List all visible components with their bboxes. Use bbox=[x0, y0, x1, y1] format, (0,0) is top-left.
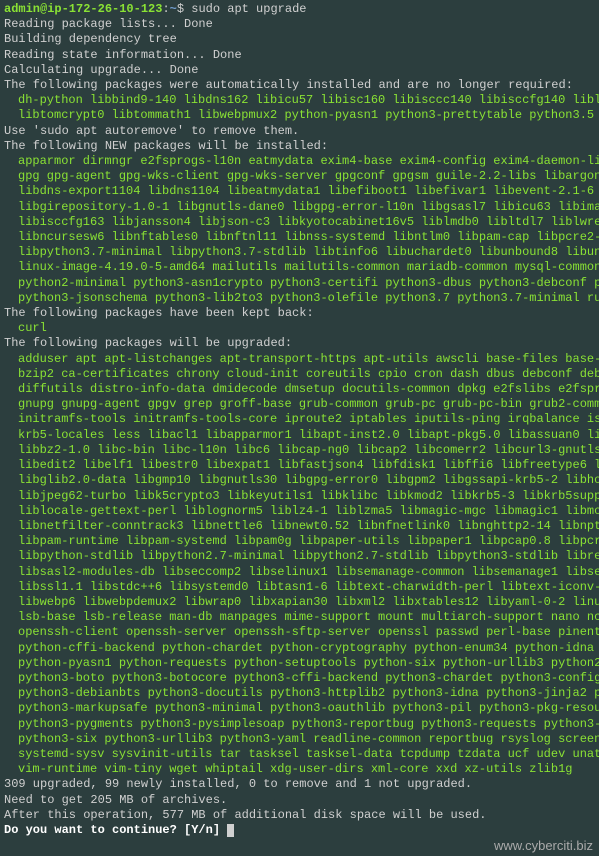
prompt-user: admin@ip-172-26-10-123 bbox=[4, 2, 162, 16]
package-line: libisccfg163 libjansson4 libjson-c3 libk… bbox=[4, 215, 595, 230]
status-line: Reading package lists... Done bbox=[4, 17, 595, 32]
package-line: libjpeg62-turbo libk5crypto3 libkeyutils… bbox=[4, 489, 595, 504]
continue-prompt-line: Do you want to continue? [Y/n] bbox=[4, 823, 595, 838]
package-line: diffutils distro-info-data dmidecode dms… bbox=[4, 382, 595, 397]
package-line: openssh-client openssh-server openssh-sf… bbox=[4, 625, 595, 640]
cursor bbox=[227, 824, 234, 837]
status-line: Building dependency tree bbox=[4, 32, 595, 47]
status-line: Reading state information... Done bbox=[4, 48, 595, 63]
package-line: python3-six python3-urllib3 python3-yaml… bbox=[4, 732, 595, 747]
package-line: python3-boto python3-botocore python3-cf… bbox=[4, 671, 595, 686]
package-line: libpam-runtime libpam-systemd libpam0g l… bbox=[4, 534, 595, 549]
package-line: lsb-base lsb-release man-db manpages mim… bbox=[4, 610, 595, 625]
summary-disk: After this operation, 577 MB of addition… bbox=[4, 808, 595, 823]
package-line: systemd-sysv sysvinit-utils tar tasksel … bbox=[4, 747, 595, 762]
command-text: sudo apt upgrade bbox=[191, 2, 306, 16]
package-line: libbz2-1.0 libc-bin libc-l10n libc6 libc… bbox=[4, 443, 595, 458]
package-line: python3-markupsafe python3-minimal pytho… bbox=[4, 701, 595, 716]
package-line: libgirepository-1.0-1 libgnutls-dane0 li… bbox=[4, 200, 595, 215]
section-header: The following packages will be upgraded: bbox=[4, 336, 595, 351]
package-line: liblocale-gettext-perl liblognorm5 liblz… bbox=[4, 504, 595, 519]
package-line: python3-debianbts python3-docutils pytho… bbox=[4, 686, 595, 701]
package-line: dh-python libbind9-140 libdns162 libicu5… bbox=[4, 93, 595, 108]
package-line: adduser apt apt-listchanges apt-transpor… bbox=[4, 352, 595, 367]
package-line: vim-runtime vim-tiny wget whiptail xdg-u… bbox=[4, 762, 595, 777]
package-line: libwebp6 libwebpdemux2 libwrap0 libxapia… bbox=[4, 595, 595, 610]
terminal-output: admin@ip-172-26-10-123:~$ sudo apt upgra… bbox=[0, 0, 599, 840]
package-line: python3-pygments python3-pysimplesoap py… bbox=[4, 717, 595, 732]
hint-line: Use 'sudo apt autoremove' to remove them… bbox=[4, 124, 595, 139]
summary-archives: Need to get 205 MB of archives. bbox=[4, 793, 595, 808]
package-line: libpython3.7-minimal libpython3.7-stdlib… bbox=[4, 245, 595, 260]
watermark: www.cyberciti.biz bbox=[494, 838, 593, 853]
package-line: gnupg gnupg-agent gpgv grep groff-base g… bbox=[4, 397, 595, 412]
package-line: libssl1.1 libstdc++6 libsystemd0 libtasn… bbox=[4, 580, 595, 595]
package-line: python3-jsonschema python3-lib2to3 pytho… bbox=[4, 291, 595, 306]
package-line: python-cffi-backend python-chardet pytho… bbox=[4, 641, 595, 656]
package-line: gpg gpg-agent gpg-wks-client gpg-wks-ser… bbox=[4, 169, 595, 184]
package-line: initramfs-tools initramfs-tools-core ipr… bbox=[4, 412, 595, 427]
package-line: krb5-locales less libacl1 libapparmor1 l… bbox=[4, 428, 595, 443]
package-line: libedit2 libelf1 libestr0 libexpat1 libf… bbox=[4, 458, 595, 473]
summary-counts: 309 upgraded, 99 newly installed, 0 to r… bbox=[4, 777, 595, 792]
section-header: The following NEW packages will be insta… bbox=[4, 139, 595, 154]
status-line: Calculating upgrade... Done bbox=[4, 63, 595, 78]
package-line: libdns-export1104 libdns1104 libeatmydat… bbox=[4, 184, 595, 199]
package-line: libtomcrypt0 libtommath1 libwebpmux2 pyt… bbox=[4, 108, 595, 123]
package-line: apparmor dirmngr e2fsprogs-l10n eatmydat… bbox=[4, 154, 595, 169]
package-line: libncursesw6 libnftables0 libnftnl11 lib… bbox=[4, 230, 595, 245]
package-line: libsasl2-modules-db libseccomp2 libselin… bbox=[4, 565, 595, 580]
package-line: libnetfilter-conntrack3 libnettle6 libne… bbox=[4, 519, 595, 534]
package-line: linux-image-4.19.0-5-amd64 mailutils mai… bbox=[4, 260, 595, 275]
package-line: libpython-stdlib libpython2.7-minimal li… bbox=[4, 549, 595, 564]
package-line: curl bbox=[4, 321, 595, 336]
package-line: python-pyasn1 python-requests python-set… bbox=[4, 656, 595, 671]
continue-prompt[interactable]: Do you want to continue? [Y/n] bbox=[4, 823, 227, 837]
package-line: libglib2.0-data libgmp10 libgnutls30 lib… bbox=[4, 473, 595, 488]
section-header: The following packages have been kept ba… bbox=[4, 306, 595, 321]
section-header: The following packages were automaticall… bbox=[4, 78, 595, 93]
package-line: python2-minimal python3-asn1crypto pytho… bbox=[4, 276, 595, 291]
prompt-line: admin@ip-172-26-10-123:~$ sudo apt upgra… bbox=[4, 2, 595, 17]
package-line: bzip2 ca-certificates chrony cloud-init … bbox=[4, 367, 595, 382]
prompt-path: ~ bbox=[170, 2, 177, 16]
